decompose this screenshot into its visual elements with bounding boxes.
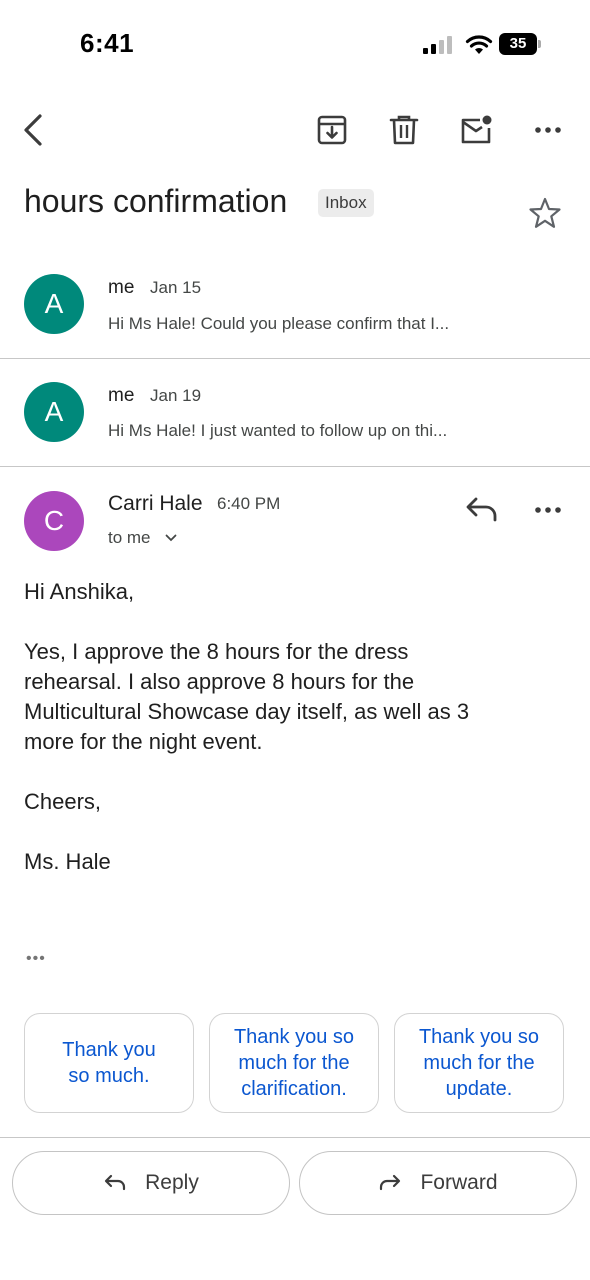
sender-name: me	[108, 385, 135, 406]
divider	[0, 358, 590, 359]
recipient-details-toggle[interactable]: to me	[108, 528, 177, 548]
battery-level: 35	[499, 33, 537, 55]
avatar: A	[24, 382, 84, 442]
email-body-line: more for the night event.	[24, 729, 263, 754]
inbox-label-badge[interactable]: Inbox	[318, 189, 374, 217]
email-body-line: Yes, I approve the 8 hours for the dress	[24, 639, 409, 664]
message-collapsed-1[interactable]: A me Jan 15 Hi Ms Hale! Could you please…	[0, 258, 590, 358]
reply-icon	[105, 1174, 126, 1191]
wifi-icon	[465, 35, 493, 54]
chip-line: so much.	[68, 1065, 150, 1087]
reply-button[interactable]: Reply	[12, 1151, 290, 1215]
sender-name: me	[108, 277, 135, 298]
message-collapsed-2[interactable]: A me Jan 19 Hi Ms Hale! I just wanted to…	[0, 366, 590, 466]
forward-label: Forward	[420, 1171, 498, 1194]
show-quoted-text-button[interactable]: •••	[26, 950, 46, 968]
cellular-signal-icon	[423, 36, 452, 54]
chip-line: much for the	[238, 1052, 350, 1074]
email-closing: Cheers,	[24, 789, 102, 814]
trash-icon[interactable]	[386, 112, 422, 148]
avatar[interactable]: C	[24, 491, 84, 551]
more-horizontal-icon[interactable]	[530, 112, 566, 148]
chip-line: clarification.	[241, 1078, 347, 1100]
smart-reply-chip[interactable]: Thank you so much for the update.	[394, 1013, 564, 1113]
chip-line: Thank you so	[418, 1026, 540, 1048]
chip-line: much for the	[423, 1052, 535, 1074]
recipient-label: to me	[108, 528, 151, 547]
smart-reply-chip[interactable]: Thank you so much.	[24, 1013, 194, 1113]
reply-arrow-icon[interactable]	[464, 494, 500, 524]
chevron-left-icon[interactable]	[16, 112, 52, 148]
chip-line: Thank you	[62, 1039, 156, 1061]
archive-icon[interactable]	[314, 112, 350, 148]
smart-reply-chip[interactable]: Thank you so much for the clarification.	[209, 1013, 379, 1113]
message-snippet: Hi Ms Hale! I just wanted to follow up o…	[108, 421, 448, 440]
chip-line: Thank you so	[233, 1026, 355, 1048]
email-body-line: rehearsal. I also approve 8 hours for th…	[24, 669, 415, 694]
message-snippet: Hi Ms Hale! Could you please confirm tha…	[108, 314, 450, 333]
email-greeting: Hi Anshika,	[24, 579, 135, 604]
reply-label: Reply	[145, 1171, 199, 1194]
email-signature: Ms. Hale	[24, 849, 111, 874]
chip-line: update.	[445, 1078, 513, 1100]
avatar: A	[24, 274, 84, 334]
star-outline-icon[interactable]	[528, 196, 562, 230]
divider	[0, 466, 590, 467]
divider	[0, 1137, 590, 1138]
message-date: Jan 19	[150, 386, 202, 405]
email-body-line: Multicultural Showcase day itself, as we…	[24, 699, 470, 724]
forward-button[interactable]: Forward	[299, 1151, 577, 1215]
message-date: Jan 15	[150, 278, 202, 297]
sender-name: Carri Hale	[108, 492, 203, 515]
battery-icon: 35	[499, 33, 543, 55]
mail-unread-icon[interactable]	[458, 112, 494, 148]
email-subject: hours confirmation	[24, 183, 288, 219]
forward-icon	[380, 1174, 401, 1191]
message-time: 6:40 PM	[217, 494, 281, 513]
status-time: 6:41	[80, 28, 135, 58]
chevron-down-icon	[165, 534, 176, 542]
more-horizontal-icon[interactable]	[530, 492, 566, 528]
